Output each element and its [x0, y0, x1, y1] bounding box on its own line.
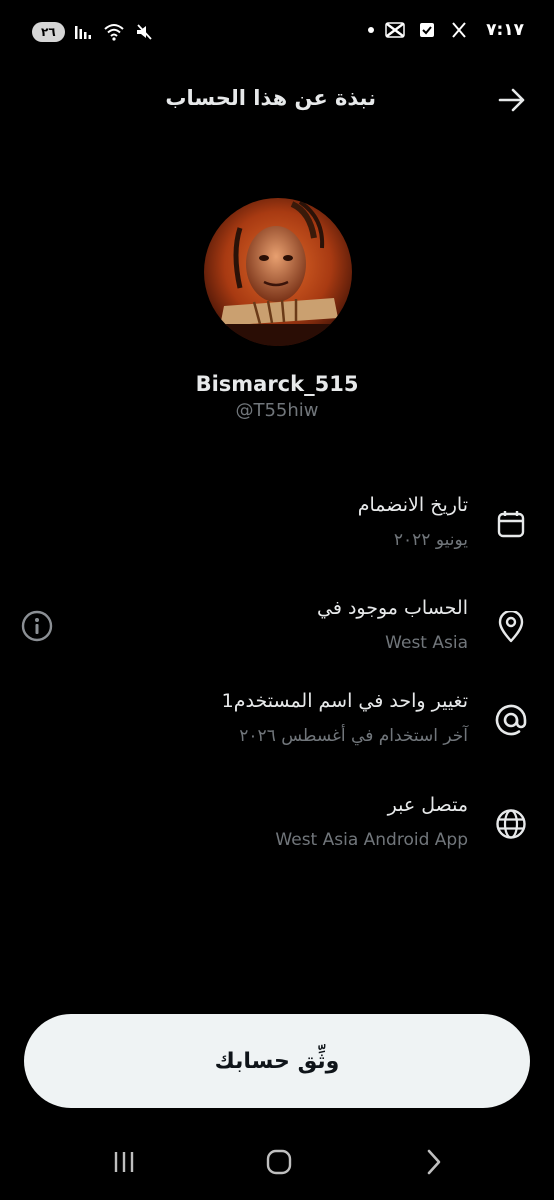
info-value: West Asia [385, 633, 468, 653]
avatar[interactable] [204, 198, 352, 346]
info-label: تاريخ الانضمام [357, 494, 468, 516]
info-text: تاريخ الانضمام يونيو ٢٠٢٢ [358, 494, 468, 550]
info-row-username-changes: تغيير واحد في اسم المستخدم1 آخر استخدام … [0, 690, 554, 780]
status-bar: ٢٦ ٧:١٧ [0, 0, 554, 64]
battery-indicator: ٢٦ [32, 22, 65, 42]
info-label: متصل عبر [387, 794, 468, 816]
status-bar-right: ٧:١٧ [368, 20, 524, 40]
at-sign-icon [495, 704, 527, 736]
nav-back-button[interactable] [416, 1146, 452, 1178]
page-title: نبذة عن هذا الحساب [165, 86, 376, 110]
system-nav-bar [0, 1140, 554, 1184]
recent-apps-icon [114, 1152, 134, 1172]
info-value: آخر استخدام في أغسطس ٢٠٢٦ [239, 726, 468, 746]
arrow-right-icon [498, 88, 525, 112]
info-label: الحساب موجود في [317, 597, 468, 619]
username-handle: @T55hiw [235, 400, 319, 421]
info-row-join-date: تاريخ الانضمام يونيو ٢٠٢٢ [0, 494, 554, 584]
info-text: الحساب موجود في West Asia [317, 597, 468, 653]
check-square-icon [416, 20, 438, 40]
recent-apps-button[interactable] [106, 1146, 142, 1178]
home-button[interactable] [261, 1146, 297, 1178]
info-value: West Asia Android App [275, 830, 468, 850]
header: نبذة عن هذا الحساب [0, 78, 554, 122]
back-chevron-icon [427, 1149, 441, 1175]
avatar-image [204, 198, 352, 346]
info-button[interactable] [20, 609, 54, 643]
clock: ٧:١٧ [486, 20, 524, 40]
info-text: تغيير واحد في اسم المستخدم1 آخر استخدام … [222, 690, 468, 746]
status-bar-left: ٢٦ [32, 22, 155, 42]
display-name: Bismarck_515 [195, 372, 359, 396]
location-pin-icon [495, 611, 527, 643]
home-icon [266, 1149, 292, 1175]
info-value: يونيو ٢٠٢٢ [393, 530, 468, 550]
capcut-icon [384, 20, 406, 40]
info-text: متصل عبر West Asia Android App [275, 794, 468, 850]
globe-icon [495, 808, 527, 840]
info-icon [21, 610, 53, 642]
info-row-account-location: الحساب موجود في West Asia [0, 597, 554, 687]
info-label: تغيير واحد في اسم المستخدم1 [221, 690, 468, 712]
x-logo-icon [448, 20, 470, 40]
wifi-icon [103, 22, 125, 42]
signal-icon [73, 22, 95, 42]
notification-dot-icon [368, 27, 375, 33]
info-row-connected-via: متصل عبر West Asia Android App [0, 794, 554, 884]
calendar-icon [495, 508, 527, 540]
back-button[interactable] [496, 84, 528, 116]
verify-account-button[interactable]: وثِّق حسابك [24, 1014, 530, 1108]
mute-icon [133, 22, 155, 42]
